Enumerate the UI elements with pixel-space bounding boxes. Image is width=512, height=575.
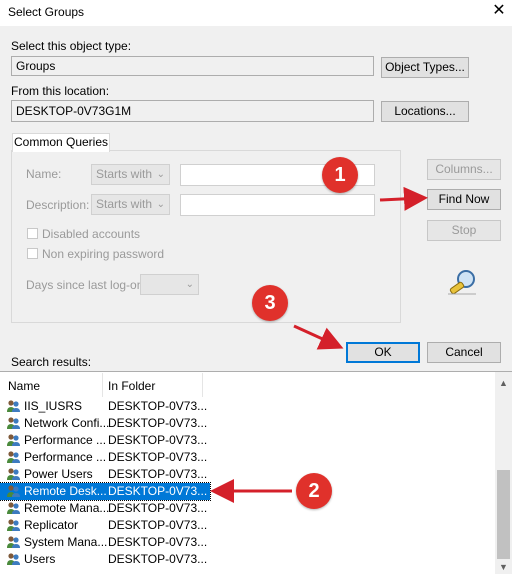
annotation-arrows (210, 186, 428, 503)
arrow-to-ok-button (293, 324, 344, 350)
annotation-badge-2: 2 (296, 473, 332, 509)
arrow-to-find-now (379, 186, 428, 211)
annotation-badge-1: 1 (322, 157, 358, 193)
annotation-badge-3: 3 (252, 285, 288, 321)
